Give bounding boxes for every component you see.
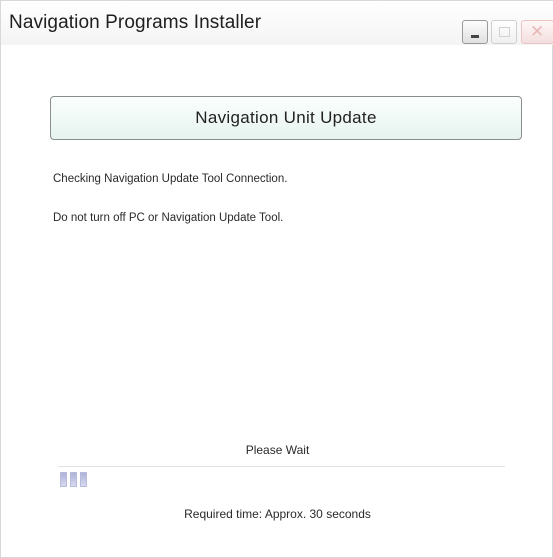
please-wait-label: Please Wait xyxy=(245,443,310,457)
progress-segment xyxy=(60,472,67,487)
minimize-button[interactable] xyxy=(462,20,488,44)
header-banner: Navigation Unit Update xyxy=(50,96,522,140)
progress-divider xyxy=(58,466,505,467)
maximize-button[interactable] xyxy=(491,20,517,44)
progress-segment xyxy=(70,472,77,487)
installer-window: Navigation Programs Installer ✕ Navigati… xyxy=(0,0,553,558)
maximize-icon xyxy=(499,27,510,37)
warning-message: Do not turn off PC or Navigation Update … xyxy=(53,212,284,224)
close-button[interactable]: ✕ xyxy=(521,20,553,44)
minimize-icon xyxy=(471,35,479,38)
required-time-label: Required time: Approx. 30 seconds xyxy=(184,507,371,521)
close-icon: ✕ xyxy=(530,22,545,41)
window-title: Navigation Programs Installer xyxy=(9,12,262,33)
banner-title: Navigation Unit Update xyxy=(195,108,377,127)
progress-segment xyxy=(80,472,87,487)
title-bar[interactable]: Navigation Programs Installer ✕ xyxy=(1,1,553,45)
status-message: Checking Navigation Update Tool Connecti… xyxy=(53,173,288,185)
